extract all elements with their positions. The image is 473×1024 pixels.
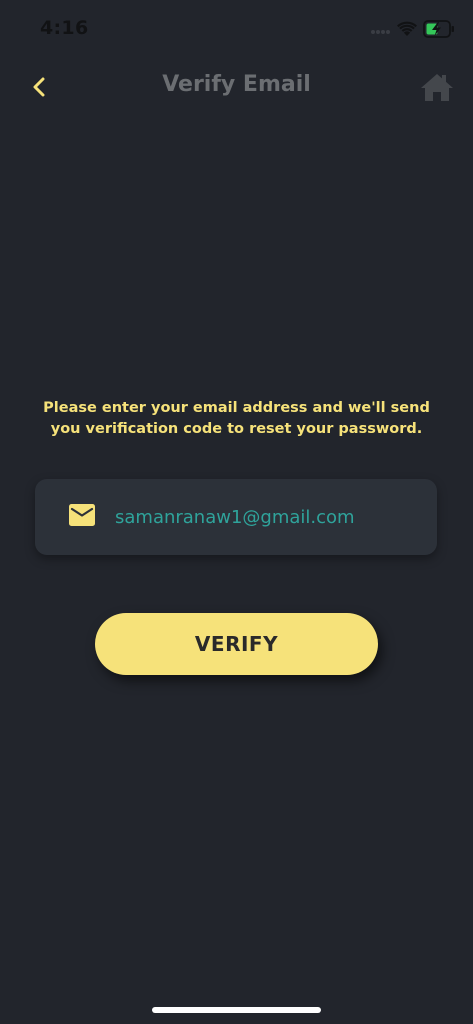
battery-charging-icon [423, 20, 454, 38]
instructions-text: Please enter your email address and we'l… [43, 400, 430, 437]
email-input[interactable] [115, 503, 415, 531]
mail-icon [69, 504, 95, 526]
status-time: 4:16 [40, 17, 89, 39]
status-bar: 4:16 [0, 0, 473, 56]
page-title: Verify Email [162, 72, 311, 97]
home-indicator[interactable] [152, 1007, 321, 1013]
email-field[interactable] [35, 479, 437, 555]
verify-email-screen: 4:16 Verify Email Please enter your emai… [0, 0, 473, 1024]
verify-button[interactable]: VERIFY [95, 613, 378, 675]
home-icon [421, 74, 453, 101]
home-button[interactable] [419, 70, 455, 104]
wifi-icon [397, 21, 417, 36]
cellular-signal-icon [371, 30, 390, 34]
